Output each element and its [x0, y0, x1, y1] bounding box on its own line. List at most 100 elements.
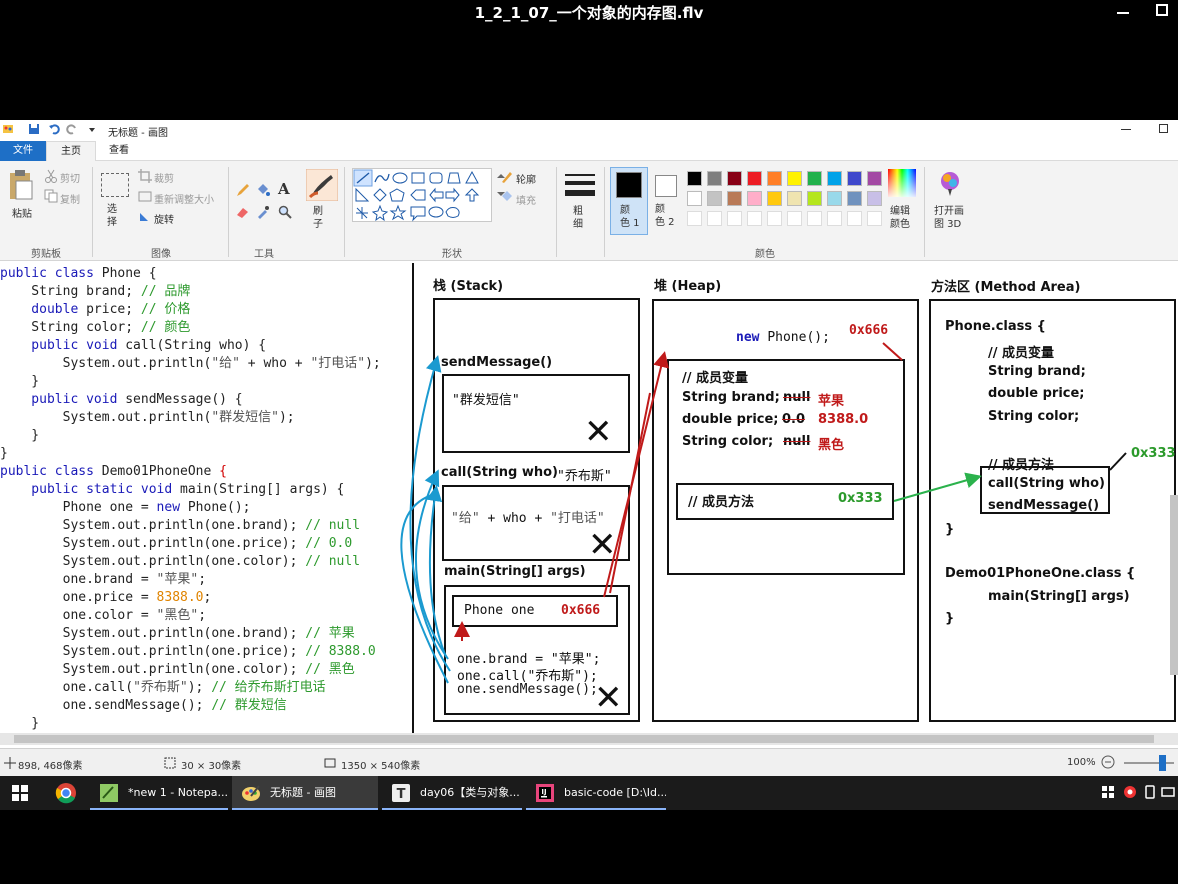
palette-custom-swatch[interactable] [807, 211, 822, 226]
cut-button[interactable]: 剪切 [60, 170, 80, 185]
outline-button[interactable]: 轮廓 [516, 171, 536, 186]
undo-icon[interactable] [48, 123, 60, 135]
palette-swatch[interactable] [807, 171, 822, 186]
tab-home[interactable]: 主页 [46, 141, 96, 161]
window-title: 无标题 - 画图 [108, 128, 168, 139]
select-button[interactable]: 选 择 [107, 203, 117, 229]
text-tool-icon[interactable]: A [278, 180, 290, 198]
tray-people-icon[interactable] [1101, 785, 1115, 799]
palette-custom-swatch[interactable] [787, 211, 802, 226]
palette-custom-swatch[interactable] [847, 211, 862, 226]
fill-button[interactable]: 填充 [516, 192, 536, 207]
palette-swatch[interactable] [787, 171, 802, 186]
edit-colors-icon[interactable] [888, 169, 916, 197]
tray-phone-icon[interactable] [1143, 785, 1157, 799]
redo-icon[interactable] [66, 123, 78, 135]
pencil-icon[interactable] [236, 183, 250, 197]
palette-swatch[interactable] [747, 171, 762, 186]
color-picker-icon[interactable] [256, 205, 270, 219]
tab-view[interactable]: 查看 [96, 141, 142, 161]
palette-swatch[interactable] [767, 191, 782, 206]
vertical-scrollbar-thumb[interactable] [1170, 495, 1178, 675]
eraser-icon[interactable] [236, 205, 250, 219]
paste-button[interactable]: 粘贴 [10, 205, 34, 220]
paint3d-button[interactable]: 打开画 图 3D [934, 205, 964, 231]
price-new-value: 8388.0 [818, 412, 869, 427]
code-line: System.out.println("给" + who + "打电话"); [0, 356, 381, 371]
palette-swatch[interactable] [867, 171, 882, 186]
edit-colors-button[interactable]: 编辑 颜色 [890, 205, 910, 231]
color1-button[interactable]: 颜 色 1 [610, 167, 648, 235]
paint3d-icon[interactable] [936, 169, 964, 197]
rotate-button[interactable]: 旋转 [154, 211, 174, 226]
palette-swatch[interactable] [687, 171, 702, 186]
shapes-group-label: 形状 [442, 249, 462, 260]
code-line: String brand; // 品牌 [0, 284, 191, 299]
horizontal-scrollbar-thumb[interactable] [14, 735, 1154, 743]
palette-swatch[interactable] [807, 191, 822, 206]
tab-file[interactable]: 文件 [0, 141, 46, 161]
player-minimize-button[interactable] [1117, 4, 1129, 14]
video-title: 1_2_1_07_一个对象的内存图.flv [474, 4, 704, 22]
drawing-canvas[interactable]: public class Phone { String brand; // 品牌… [0, 263, 1178, 733]
zoom-slider-track[interactable] [1124, 762, 1174, 764]
palette-swatch[interactable] [747, 191, 762, 206]
size-button[interactable]: 粗 细 [573, 205, 583, 231]
windows-start-icon[interactable] [12, 785, 28, 801]
palette-custom-swatch[interactable] [727, 211, 742, 226]
shapes-gallery[interactable] [352, 168, 492, 222]
brushes-icon[interactable] [306, 169, 338, 201]
ribbon-separator [604, 167, 605, 257]
taskbar-typora[interactable]: T day06【类与对象... [382, 776, 522, 810]
resize-button[interactable]: 重新调整大小 [154, 191, 214, 206]
save-icon[interactable] [28, 123, 40, 135]
code-line: } [0, 374, 40, 389]
taskbar-paint[interactable]: 无标题 - 画图 [232, 776, 378, 810]
palette-swatch[interactable] [707, 191, 722, 206]
copy-button[interactable]: 复制 [60, 191, 80, 206]
palette-swatch[interactable] [827, 191, 842, 206]
player-maximize-button[interactable] [1156, 4, 1168, 16]
palette-custom-swatch[interactable] [707, 211, 722, 226]
magnifier-icon[interactable] [278, 205, 292, 219]
image-group-label: 图像 [151, 249, 171, 260]
zoom-slider-thumb[interactable] [1159, 755, 1166, 771]
horizontal-scrollbar[interactable] [0, 733, 1178, 745]
taskbar-notepad[interactable]: *new 1 - Notepa... [90, 776, 228, 810]
code-line: public void call(String who) { [0, 338, 267, 353]
fill-bucket-icon[interactable] [256, 183, 270, 197]
window-minimize-button[interactable] [1121, 129, 1131, 130]
zoom-out-icon[interactable] [1101, 755, 1115, 769]
tray-app-icon[interactable] [1123, 785, 1137, 799]
palette-custom-swatch[interactable] [867, 211, 882, 226]
brushes-button[interactable]: 刷 子 [313, 205, 323, 231]
customize-toolbar-icon[interactable] [86, 123, 98, 135]
palette-swatch[interactable] [727, 191, 742, 206]
palette-swatch[interactable] [727, 171, 742, 186]
tray-network-icon[interactable] [1161, 785, 1175, 799]
color2-button[interactable]: 颜 色 2 [652, 167, 682, 235]
palette-custom-swatch[interactable] [827, 211, 842, 226]
palette-custom-swatch[interactable] [687, 211, 702, 226]
color2-label: 颜 色 2 [655, 204, 675, 228]
svg-text:T: T [397, 787, 406, 802]
palette-swatch[interactable] [847, 171, 862, 186]
taskbar-chrome[interactable] [46, 776, 88, 810]
crop-button[interactable]: 裁剪 [154, 170, 174, 185]
palette-custom-swatch[interactable] [767, 211, 782, 226]
window-restore-button[interactable] [1159, 124, 1168, 133]
palette-swatch[interactable] [787, 191, 802, 206]
palette-swatch[interactable] [847, 191, 862, 206]
paste-icon[interactable] [8, 169, 34, 201]
palette-custom-swatch[interactable] [747, 211, 762, 226]
palette-swatch[interactable] [827, 171, 842, 186]
palette-swatch[interactable] [767, 171, 782, 186]
size-icon[interactable] [564, 171, 596, 199]
taskbar-intellij[interactable]: IJ basic-code [D:\Id... [526, 776, 666, 810]
select-icon[interactable] [101, 173, 129, 197]
stack-heading: 栈 (Stack) [433, 279, 504, 294]
palette-swatch[interactable] [867, 191, 882, 206]
palette-swatch[interactable] [687, 191, 702, 206]
quick-access-toolbar: 无标题 - 画图 [0, 120, 1178, 140]
palette-swatch[interactable] [707, 171, 722, 186]
